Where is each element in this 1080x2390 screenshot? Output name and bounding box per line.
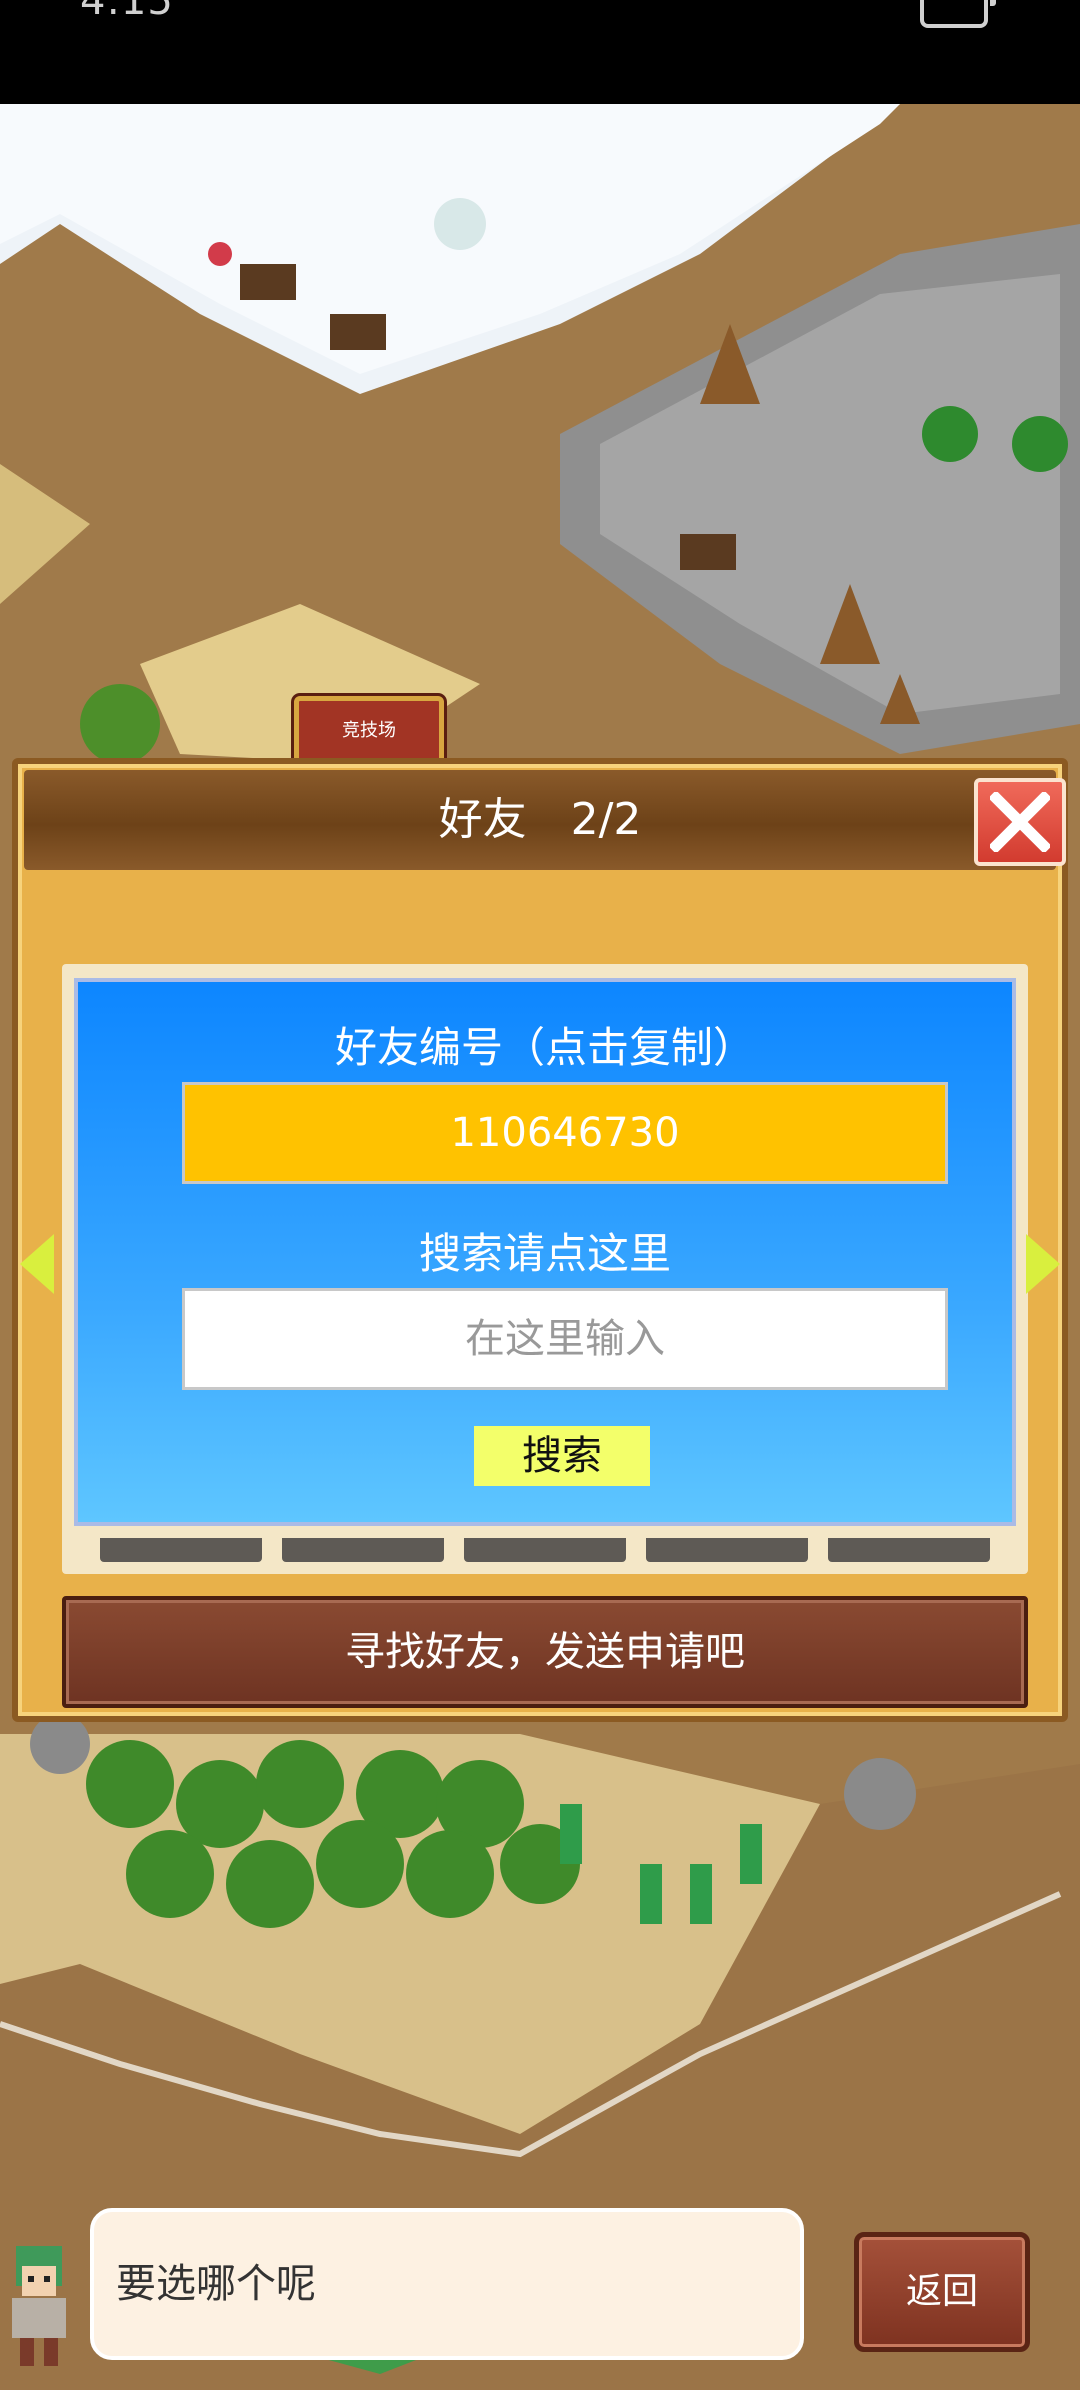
prev-page-arrow-icon[interactable]: [20, 1234, 54, 1294]
dialog-header: 好友 2/2: [24, 770, 1066, 870]
page-indicator-3: [464, 1538, 626, 1562]
next-page-arrow-icon[interactable]: [1026, 1234, 1060, 1294]
page-indicator-4: [646, 1538, 808, 1562]
character-avatar: [12, 2246, 66, 2366]
back-button[interactable]: 返回: [854, 2232, 1030, 2352]
friends-dialog: 好友 2/2 好友编号（点击复制） 110646730 搜索请点这里 在这里输入…: [12, 758, 1068, 1722]
friend-id-copy-button[interactable]: 110646730: [182, 1082, 948, 1184]
panel-page-indicator: [100, 1538, 990, 1562]
close-button[interactable]: [974, 778, 1066, 866]
page-indicator-1: [100, 1538, 262, 1562]
page-indicator-5: [828, 1538, 990, 1562]
find-friends-button[interactable]: 寻找好友，发送申请吧: [62, 1596, 1028, 1708]
search-input[interactable]: 在这里输入: [182, 1288, 948, 1390]
friend-id-label: 好友编号（点击复制）: [334, 1023, 755, 1072]
status-time: 4:15: [80, 0, 174, 24]
search-button[interactable]: 搜索: [474, 1426, 650, 1486]
close-icon: [990, 792, 1050, 852]
page-indicator-2: [282, 1538, 444, 1562]
battery-icon: [920, 0, 996, 28]
speech-bubble: 要选哪个呢: [90, 2208, 804, 2360]
speech-text: 要选哪个呢: [116, 2261, 316, 2307]
arena-sign[interactable]: 竞技场: [294, 696, 444, 766]
search-label: 搜索请点这里: [418, 1229, 671, 1278]
friend-id-panel-frame: 好友编号（点击复制） 110646730 搜索请点这里 在这里输入 搜索: [62, 964, 1028, 1574]
friend-id-panel: 好友编号（点击复制） 110646730 搜索请点这里 在这里输入 搜索: [74, 978, 1016, 1526]
dialog-title: 好友 2/2: [438, 794, 642, 845]
status-bar: 4:15: [0, 0, 1080, 104]
